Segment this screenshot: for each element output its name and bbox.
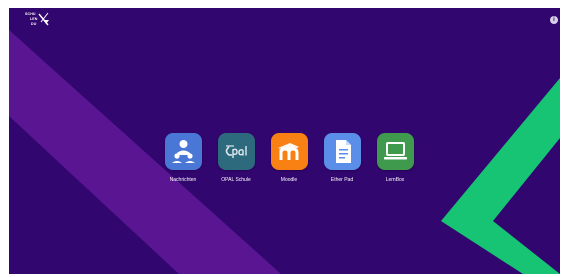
green-chevron-shape: [441, 78, 560, 274]
schulen-logo[interactable]: SCHU LEN DU: [25, 11, 55, 33]
logo-text-line-1: SCHU: [25, 12, 36, 16]
app-label: Moodle: [280, 177, 298, 183]
app-tile[interactable]: [323, 133, 361, 170]
app-nachrichten[interactable]: Nachrichten: [153, 133, 213, 183]
messenger-icon: [171, 140, 195, 163]
app-label: Nachrichten: [169, 177, 197, 183]
launcher-window: SCHU LEN DU i Nachrichten OPAL Schule Mo…: [9, 8, 560, 274]
info-button[interactable]: i: [550, 16, 558, 24]
app-ether-pad[interactable]: Ether Pad: [312, 133, 372, 183]
app-label: LernBox: [385, 177, 405, 183]
app-label: OPAL Schule: [221, 177, 251, 183]
logo-text-line-3: DU: [31, 22, 37, 26]
app-moodle[interactable]: Moodle: [259, 133, 319, 183]
laptop-icon: [383, 142, 407, 160]
document-icon: [335, 140, 351, 163]
opal-icon: [225, 145, 247, 158]
app-tile[interactable]: [270, 133, 308, 170]
app-label: Ether Pad: [330, 177, 354, 183]
app-tile[interactable]: [217, 133, 255, 170]
moodle-icon: [277, 143, 299, 160]
app-tile[interactable]: [376, 133, 414, 170]
app-lernbox[interactable]: LernBox: [365, 133, 425, 183]
app-tile[interactable]: [164, 133, 202, 170]
app-opal-schule[interactable]: OPAL Schule: [206, 133, 266, 183]
info-icon: i: [553, 17, 555, 23]
quill-icon: [38, 12, 49, 26]
